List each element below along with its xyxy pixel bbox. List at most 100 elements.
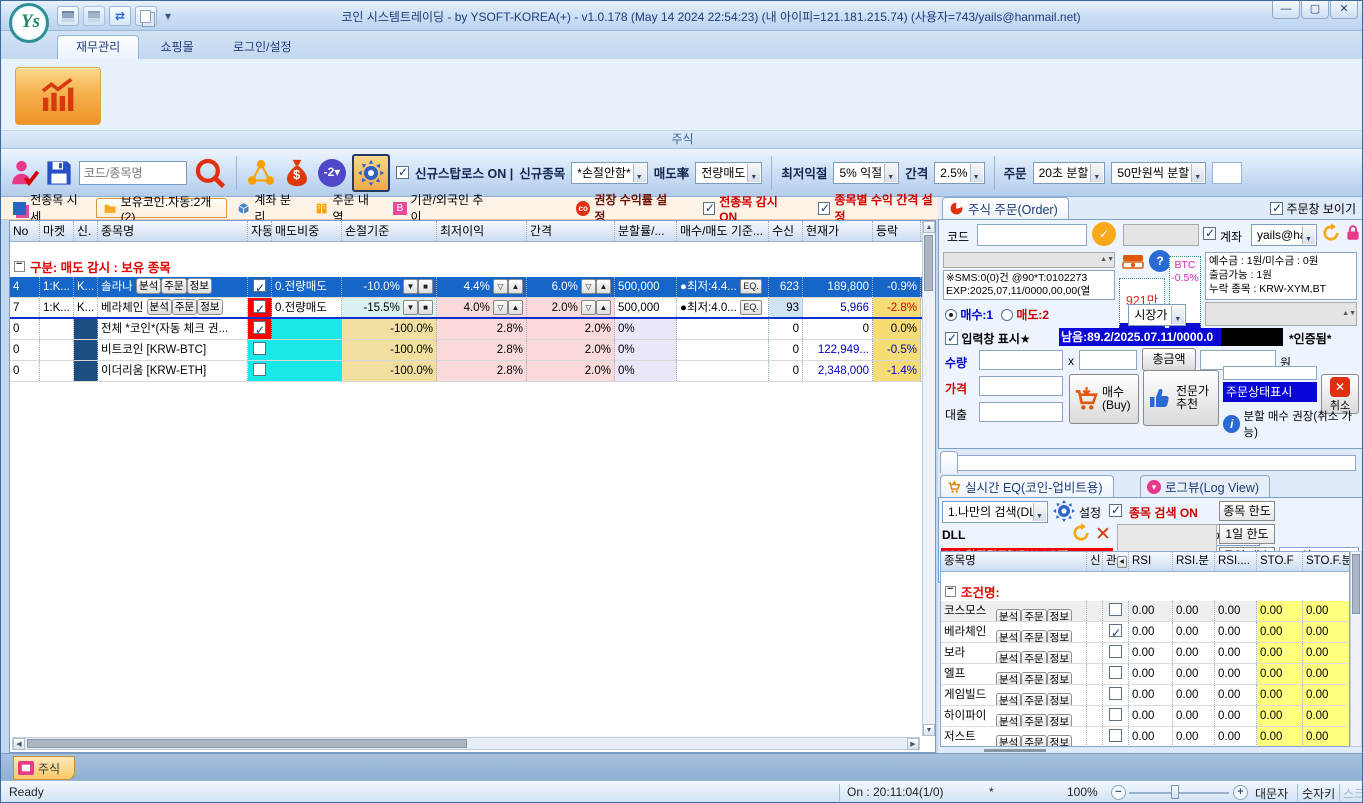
- auto-checkbox[interactable]: [253, 279, 266, 292]
- buy-button[interactable]: 매수(Buy): [1069, 374, 1139, 424]
- watch-checkbox[interactable]: [1109, 624, 1122, 637]
- code-search-input[interactable]: [79, 161, 187, 185]
- auto-checkbox[interactable]: [253, 300, 266, 313]
- table-row[interactable]: 0 이더리움 [KRW-ETH] -100.0% 2.8% 2.0% 0% 0 …: [10, 361, 935, 382]
- per-item-gap-checkbox[interactable]: [818, 202, 830, 215]
- analyze-button[interactable]: 분석: [996, 672, 1021, 684]
- table-row[interactable]: 7 1:K... K... 베라체인 분석주문정보 0.전량매도 -15.5% …: [10, 298, 935, 319]
- save-settings-icon[interactable]: [45, 159, 73, 187]
- total-amount-button[interactable]: 총금액: [1142, 348, 1196, 371]
- doc-tab-stock[interactable]: 주식: [13, 756, 75, 780]
- analyze-button[interactable]: 분석: [996, 714, 1021, 726]
- scrollbar-thumb[interactable]: [924, 235, 933, 291]
- reward-rate-setting[interactable]: co 권장 수익률 설정: [570, 198, 680, 218]
- col-auto[interactable]: 자동...: [248, 221, 272, 241]
- square-icon[interactable]: ■: [418, 300, 433, 315]
- col-stop[interactable]: 손절기준: [342, 221, 437, 241]
- scroll-right-icon[interactable]: ▶: [907, 738, 919, 750]
- down-icon[interactable]: ▽: [581, 279, 596, 294]
- table-row[interactable]: 엘프분석주문정보 0.00 0.00 0.00 0.00 0.00: [941, 664, 1349, 685]
- scroll-up-icon[interactable]: ▲: [923, 221, 935, 233]
- auto-checkbox[interactable]: [253, 321, 266, 334]
- down-icon[interactable]: ▽: [581, 300, 596, 315]
- down-filled-icon[interactable]: ▼: [403, 279, 418, 294]
- order-time-select[interactable]: 20초 분할: [1033, 162, 1106, 184]
- order-button[interactable]: 주문: [1021, 672, 1046, 684]
- order-button[interactable]: 주문: [1021, 693, 1046, 705]
- order-amount-select[interactable]: 50만원씩 분할: [1111, 162, 1206, 184]
- message-input[interactable]: [942, 455, 1356, 471]
- money-bag-icon[interactable]: $: [282, 158, 312, 188]
- col-market[interactable]: 마켓: [40, 221, 74, 241]
- order-button[interactable]: 주문: [1021, 714, 1046, 726]
- close-button[interactable]: ✕: [1330, 1, 1358, 19]
- order-button[interactable]: 주문: [172, 299, 197, 315]
- qat-more-icon[interactable]: ▾: [161, 7, 175, 25]
- analyze-button[interactable]: 분석: [147, 299, 172, 315]
- info-button[interactable]: 정보: [1047, 609, 1072, 621]
- watch-checkbox[interactable]: [1109, 666, 1122, 679]
- account-checkbox[interactable]: [1203, 227, 1216, 241]
- loan-input[interactable]: [979, 402, 1063, 422]
- zoom-slider-track[interactable]: [1129, 792, 1229, 794]
- info-button[interactable]: 정보: [1047, 735, 1072, 747]
- table-row[interactable]: 저스트분석주문정보 0.00 0.00 0.00 0.00 0.00: [941, 727, 1349, 747]
- scroll-down-icon[interactable]: ▼: [923, 724, 935, 736]
- sell-rate-select[interactable]: 전량매도: [695, 162, 762, 184]
- refresh-icon[interactable]: [1071, 523, 1091, 543]
- col-change[interactable]: 등락: [873, 221, 921, 241]
- table-row[interactable]: 보라분석주문정보 0.00 0.00 0.00 0.00 0.00: [941, 643, 1349, 664]
- table-row[interactable]: 0 비트코인 [KRW-BTC] -100.0% 2.8% 2.0% 0% 0 …: [10, 340, 935, 361]
- zoom-out-icon[interactable]: −: [1111, 785, 1126, 800]
- watch-checkbox[interactable]: [1109, 729, 1122, 742]
- info-button[interactable]: 정보: [1047, 630, 1072, 642]
- down-icon[interactable]: ▽: [493, 300, 508, 315]
- left-arrow-icon[interactable]: ◀: [1117, 556, 1127, 568]
- sync-icon[interactable]: ⇄: [109, 6, 131, 26]
- square-icon[interactable]: ■: [418, 279, 433, 294]
- qty-input[interactable]: [979, 350, 1063, 370]
- col-no[interactable]: No: [10, 221, 40, 241]
- zoom-slider-thumb[interactable]: [1171, 785, 1179, 799]
- watch-all-checkbox[interactable]: [703, 202, 715, 215]
- order-button[interactable]: 주문: [1021, 651, 1046, 663]
- table-row[interactable]: 코스모스분석주문정보 0.00 0.00 0.00 0.00 0.00: [941, 601, 1349, 622]
- save-icon[interactable]: [57, 6, 79, 26]
- col-sell-weight[interactable]: 매도비중: [272, 221, 342, 241]
- delete-x-icon[interactable]: ✕: [1095, 523, 1111, 546]
- price-input[interactable]: [979, 376, 1063, 396]
- info-button[interactable]: 정보: [1047, 672, 1072, 684]
- account-select[interactable]: yails@ha: [1251, 224, 1317, 246]
- analyze-button[interactable]: 분석: [996, 630, 1021, 642]
- input-show-checkbox[interactable]: 입력창 표시★: [945, 330, 1031, 347]
- scrollbar-thumb[interactable]: [27, 739, 467, 748]
- search-on-checkbox[interactable]: [1109, 504, 1122, 518]
- col-rsi-etc[interactable]: RSI....: [1215, 552, 1257, 571]
- down-icon[interactable]: ▽: [493, 279, 508, 294]
- refresh-icon[interactable]: [1321, 223, 1341, 243]
- up-icon[interactable]: ▲: [508, 300, 523, 315]
- info-button[interactable]: 정보: [1047, 714, 1072, 726]
- sell-radio[interactable]: 매도:2: [1001, 306, 1049, 323]
- auto-checkbox[interactable]: [253, 342, 266, 355]
- col-recv[interactable]: 수신: [769, 221, 803, 241]
- new-item-select[interactable]: *손절안함*: [571, 162, 648, 184]
- tab-log-view[interactable]: ▾ 로그뷰(Log View): [1140, 475, 1270, 497]
- table-row[interactable]: 베라체인분석주문정보 0.00 0.00 0.00 0.00 0.00: [941, 622, 1349, 643]
- my-search-select[interactable]: 1.나만의 검색(DLL): [942, 501, 1048, 523]
- tab-all-quotes[interactable]: 전종목 시세: [7, 198, 92, 218]
- tab-finance[interactable]: 재무관리: [57, 35, 139, 59]
- tab-realtime-eq[interactable]: [940, 451, 958, 473]
- vertical-scrollbar[interactable]: ▲ ▼: [922, 221, 935, 736]
- col-name[interactable]: 종목명: [941, 552, 1087, 571]
- table-row[interactable]: 0 전체 *코인*(자동 체크 권... -100.0% 2.8% 2.0% 0…: [10, 319, 935, 340]
- group-row-conditions[interactable]: 조건명:: [941, 581, 1349, 601]
- collapse-icon[interactable]: [945, 586, 956, 597]
- col-watch[interactable]: 관◀: [1103, 552, 1129, 571]
- network-icon[interactable]: [246, 158, 276, 188]
- col-stof[interactable]: STO.F: [1257, 552, 1303, 571]
- tab-realtime-eq[interactable]: 실시간 EQ(코인-업비트용): [940, 475, 1114, 497]
- vertical-scrollbar[interactable]: [1350, 551, 1362, 747]
- order-button[interactable]: 주문: [1021, 630, 1046, 642]
- col-rsi-min[interactable]: RSI.분: [1173, 552, 1215, 571]
